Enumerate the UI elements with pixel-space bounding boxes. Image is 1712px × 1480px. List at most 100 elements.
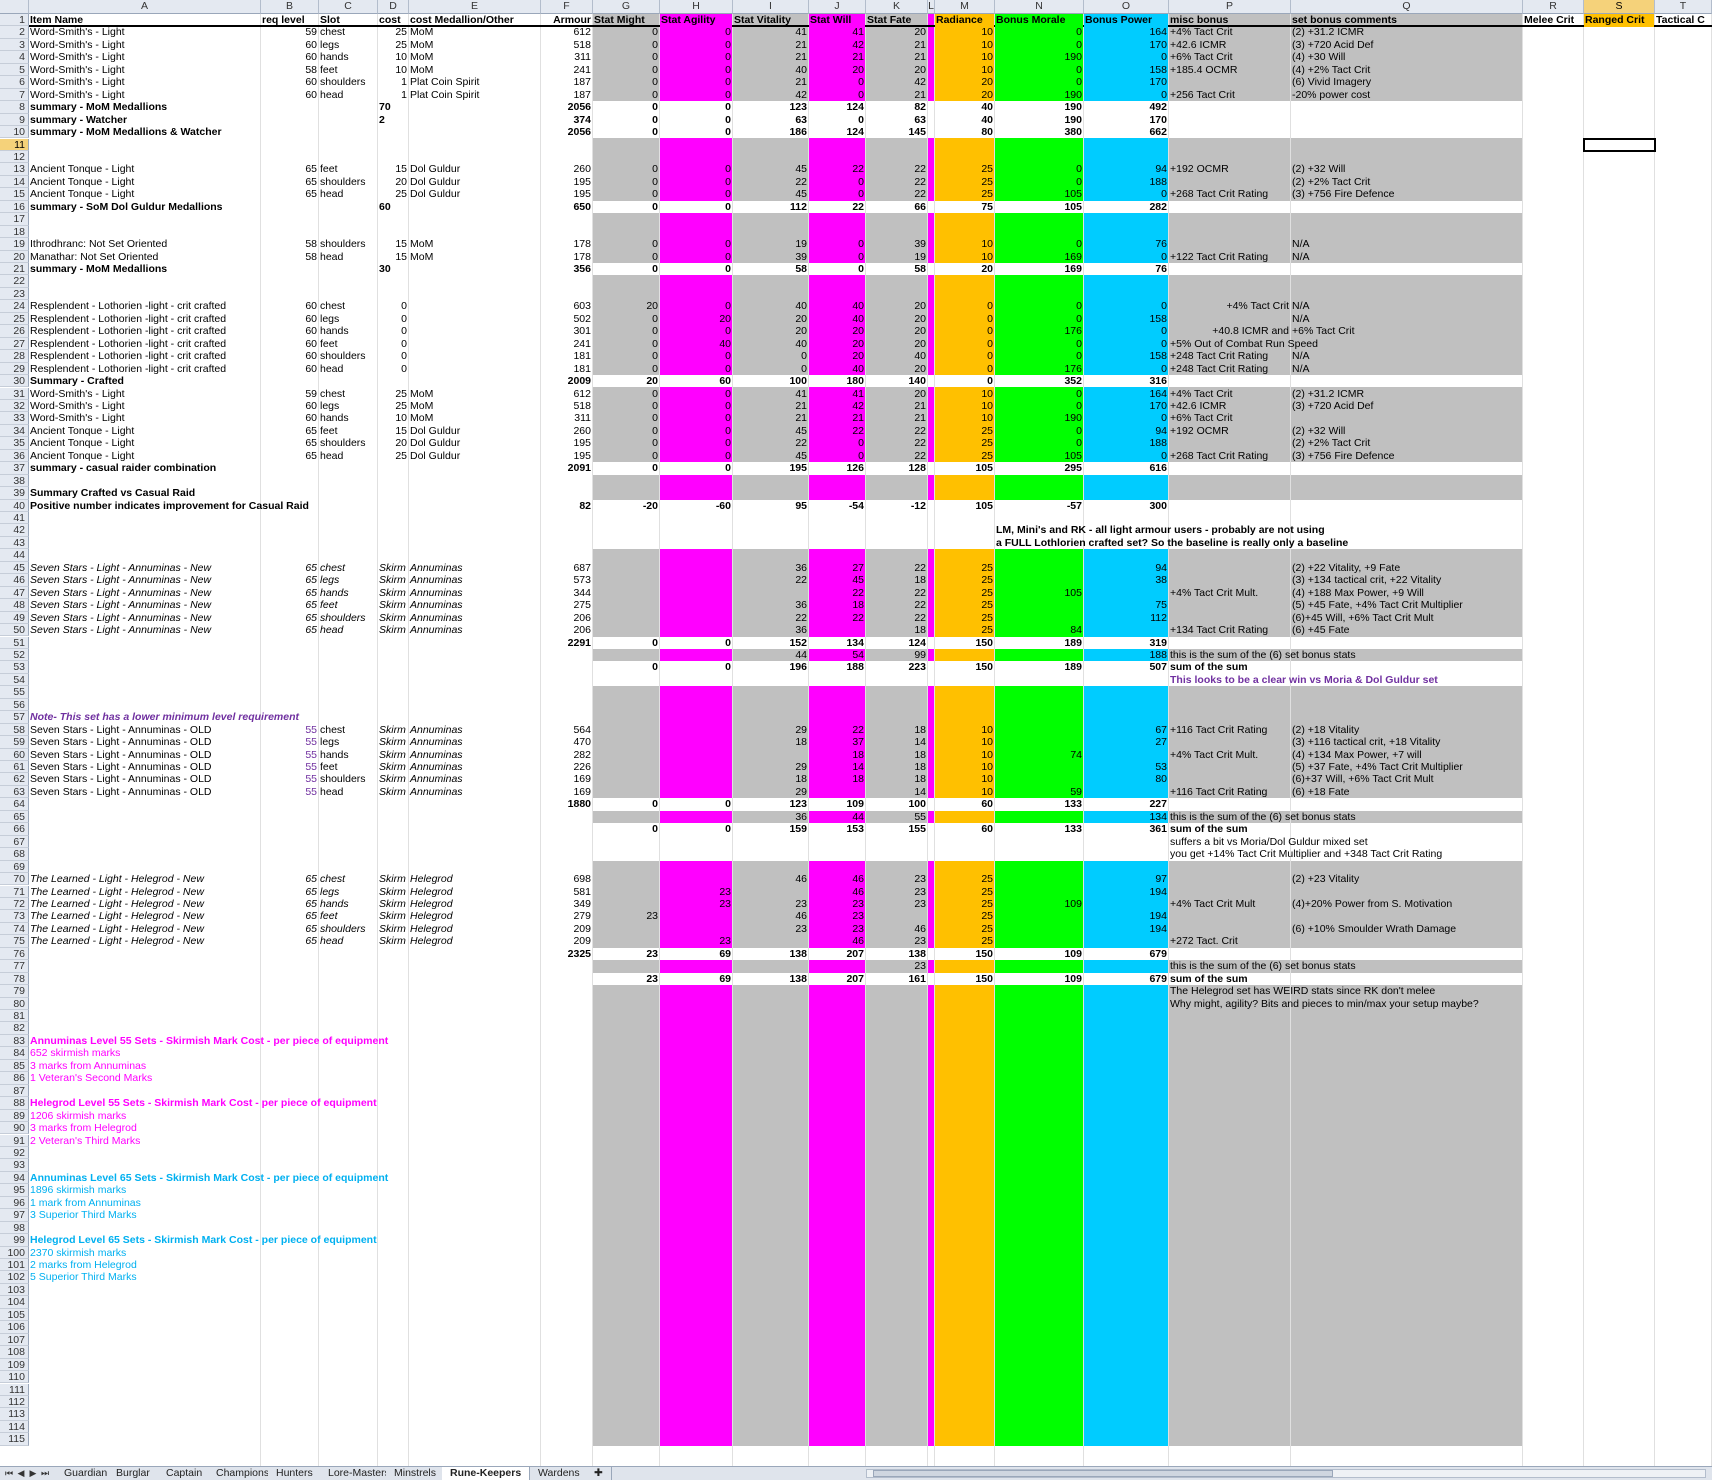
column-header-d[interactable]: D	[378, 0, 409, 14]
row-header-63[interactable]: 63	[0, 785, 29, 799]
cell-i-2[interactable]: 41	[733, 26, 808, 39]
cell-i-36[interactable]: 45	[733, 450, 808, 463]
row-header-73[interactable]: 73	[0, 910, 29, 923]
cell-m-5[interactable]: 10	[935, 64, 994, 77]
cell-j-27[interactable]: 20	[809, 338, 865, 351]
cell-b-47[interactable]: 65	[261, 587, 318, 600]
sheet-tab-hunters[interactable]: Hunters	[268, 1467, 322, 1480]
row-header-45[interactable]: 45	[0, 561, 29, 575]
cell-g-10[interactable]: 0	[593, 126, 659, 139]
cell-p-52[interactable]: this is the sum of the (6) set bonus sta…	[1169, 649, 1357, 662]
cell-j-5[interactable]: 20	[809, 64, 865, 77]
cell-b-26[interactable]: 60	[261, 325, 318, 338]
row-header-80[interactable]: 80	[0, 997, 29, 1010]
cell-k-2[interactable]: 20	[866, 26, 927, 39]
cell-d-24[interactable]: 0	[378, 300, 408, 313]
row-header-107[interactable]: 107	[0, 1333, 29, 1347]
cell-n-76[interactable]: 109	[995, 948, 1083, 961]
cell-i-64[interactable]: 123	[733, 798, 808, 811]
cell-n-1[interactable]: Bonus Morale	[995, 14, 1083, 27]
cell-g-34[interactable]: 0	[593, 425, 659, 438]
cell-h-51[interactable]: 0	[660, 637, 732, 650]
cell-n-29[interactable]: 176	[995, 363, 1083, 376]
cell-a-1[interactable]: Item Name	[29, 14, 260, 27]
cell-h-16[interactable]: 0	[660, 201, 732, 214]
cell-n-47[interactable]: 105	[995, 587, 1083, 600]
cell-d-29[interactable]: 0	[378, 363, 408, 376]
cell-k-16[interactable]: 66	[866, 201, 927, 214]
cell-o-21[interactable]: 76	[1084, 263, 1168, 276]
cell-n-50[interactable]: 84	[995, 624, 1083, 637]
cell-e-15[interactable]: Dol Guldur	[409, 188, 540, 201]
row-header-41[interactable]: 41	[0, 512, 29, 525]
cell-f-28[interactable]: 181	[541, 350, 592, 363]
cell-m-66[interactable]: 60	[935, 823, 994, 836]
cell-n-4[interactable]: 190	[995, 51, 1083, 64]
row-header-3[interactable]: 3	[0, 38, 29, 52]
cell-d-9[interactable]: 2	[378, 114, 408, 127]
row-header-54[interactable]: 54	[0, 673, 29, 687]
row-header-7[interactable]: 7	[0, 88, 29, 102]
cell-g-24[interactable]: 20	[593, 300, 659, 313]
cell-o-5[interactable]: 158	[1084, 64, 1168, 77]
column-header-m[interactable]: M	[935, 0, 995, 14]
cell-g-78[interactable]: 23	[593, 973, 659, 986]
cell-d-26[interactable]: 0	[378, 325, 408, 338]
cell-h-75[interactable]: 23	[660, 935, 732, 948]
cell-o-32[interactable]: 170	[1084, 400, 1168, 413]
cell-a-88[interactable]: Helegrod Level 55 Sets - Skirmish Mark C…	[29, 1097, 378, 1110]
cell-e-49[interactable]: Annuminas	[409, 612, 540, 625]
cell-c-47[interactable]: hands	[319, 587, 377, 600]
cell-k-21[interactable]: 58	[866, 263, 927, 276]
row-header-46[interactable]: 46	[0, 574, 29, 587]
cell-j-15[interactable]: 0	[809, 188, 865, 201]
cell-f-37[interactable]: 2091	[541, 462, 592, 475]
cell-h-1[interactable]: Stat Agility	[660, 14, 732, 27]
cell-o-1[interactable]: Bonus Power	[1084, 14, 1168, 27]
sheet-tab-wardens[interactable]: Wardens	[530, 1467, 589, 1480]
column-header-i[interactable]: I	[733, 0, 809, 14]
cell-h-7[interactable]: 0	[660, 89, 732, 102]
cell-k-20[interactable]: 19	[866, 251, 927, 264]
cell-o-14[interactable]: 188	[1084, 176, 1168, 189]
cell-i-70[interactable]: 46	[733, 873, 808, 886]
cell-c-61[interactable]: feet	[319, 761, 377, 774]
cell-m-29[interactable]: 0	[935, 363, 994, 376]
cell-m-14[interactable]: 25	[935, 176, 994, 189]
row-header-26[interactable]: 26	[0, 325, 29, 338]
cell-d-14[interactable]: 20	[378, 176, 408, 189]
cell-d-28[interactable]: 0	[378, 350, 408, 363]
cell-b-24[interactable]: 60	[261, 300, 318, 313]
cell-h-4[interactable]: 0	[660, 51, 732, 64]
cell-m-19[interactable]: 10	[935, 238, 994, 251]
sheet-tab-captain[interactable]: Captain	[158, 1467, 212, 1480]
column-header-f[interactable]: F	[541, 0, 593, 14]
cell-n-27[interactable]: 0	[995, 338, 1083, 351]
cell-e-46[interactable]: Annuminas	[409, 574, 540, 587]
cell-m-62[interactable]: 10	[935, 773, 994, 786]
cell-m-20[interactable]: 10	[935, 251, 994, 264]
row-header-69[interactable]: 69	[0, 860, 29, 874]
cell-q-58[interactable]: (2) +18 Vitality	[1291, 724, 1522, 737]
cell-i-27[interactable]: 40	[733, 338, 808, 351]
cell-d-6[interactable]: 1	[378, 76, 408, 89]
cell-e-4[interactable]: MoM	[409, 51, 540, 64]
cell-m-70[interactable]: 25	[935, 873, 994, 886]
row-header-47[interactable]: 47	[0, 586, 29, 600]
cell-k-15[interactable]: 22	[866, 188, 927, 201]
cell-f-3[interactable]: 518	[541, 39, 592, 52]
cell-a-48[interactable]: Seven Stars - Light - Annuminas - New	[29, 599, 260, 612]
row-header-57[interactable]: 57	[0, 711, 29, 724]
cell-m-26[interactable]: 0	[935, 325, 994, 338]
cell-m-9[interactable]: 40	[935, 114, 994, 127]
cell-c-6[interactable]: shoulders	[319, 76, 377, 89]
cell-g-13[interactable]: 0	[593, 163, 659, 176]
cell-f-16[interactable]: 650	[541, 201, 592, 214]
cell-f-10[interactable]: 2056	[541, 126, 592, 139]
cell-c-72[interactable]: hands	[319, 898, 377, 911]
cell-b-59[interactable]: 55	[261, 736, 318, 749]
row-header-36[interactable]: 36	[0, 449, 29, 463]
cell-d-32[interactable]: 25	[378, 400, 408, 413]
cell-q-19[interactable]: N/A	[1291, 238, 1522, 251]
cell-p-5[interactable]: +185.4 OCMR	[1169, 64, 1290, 77]
